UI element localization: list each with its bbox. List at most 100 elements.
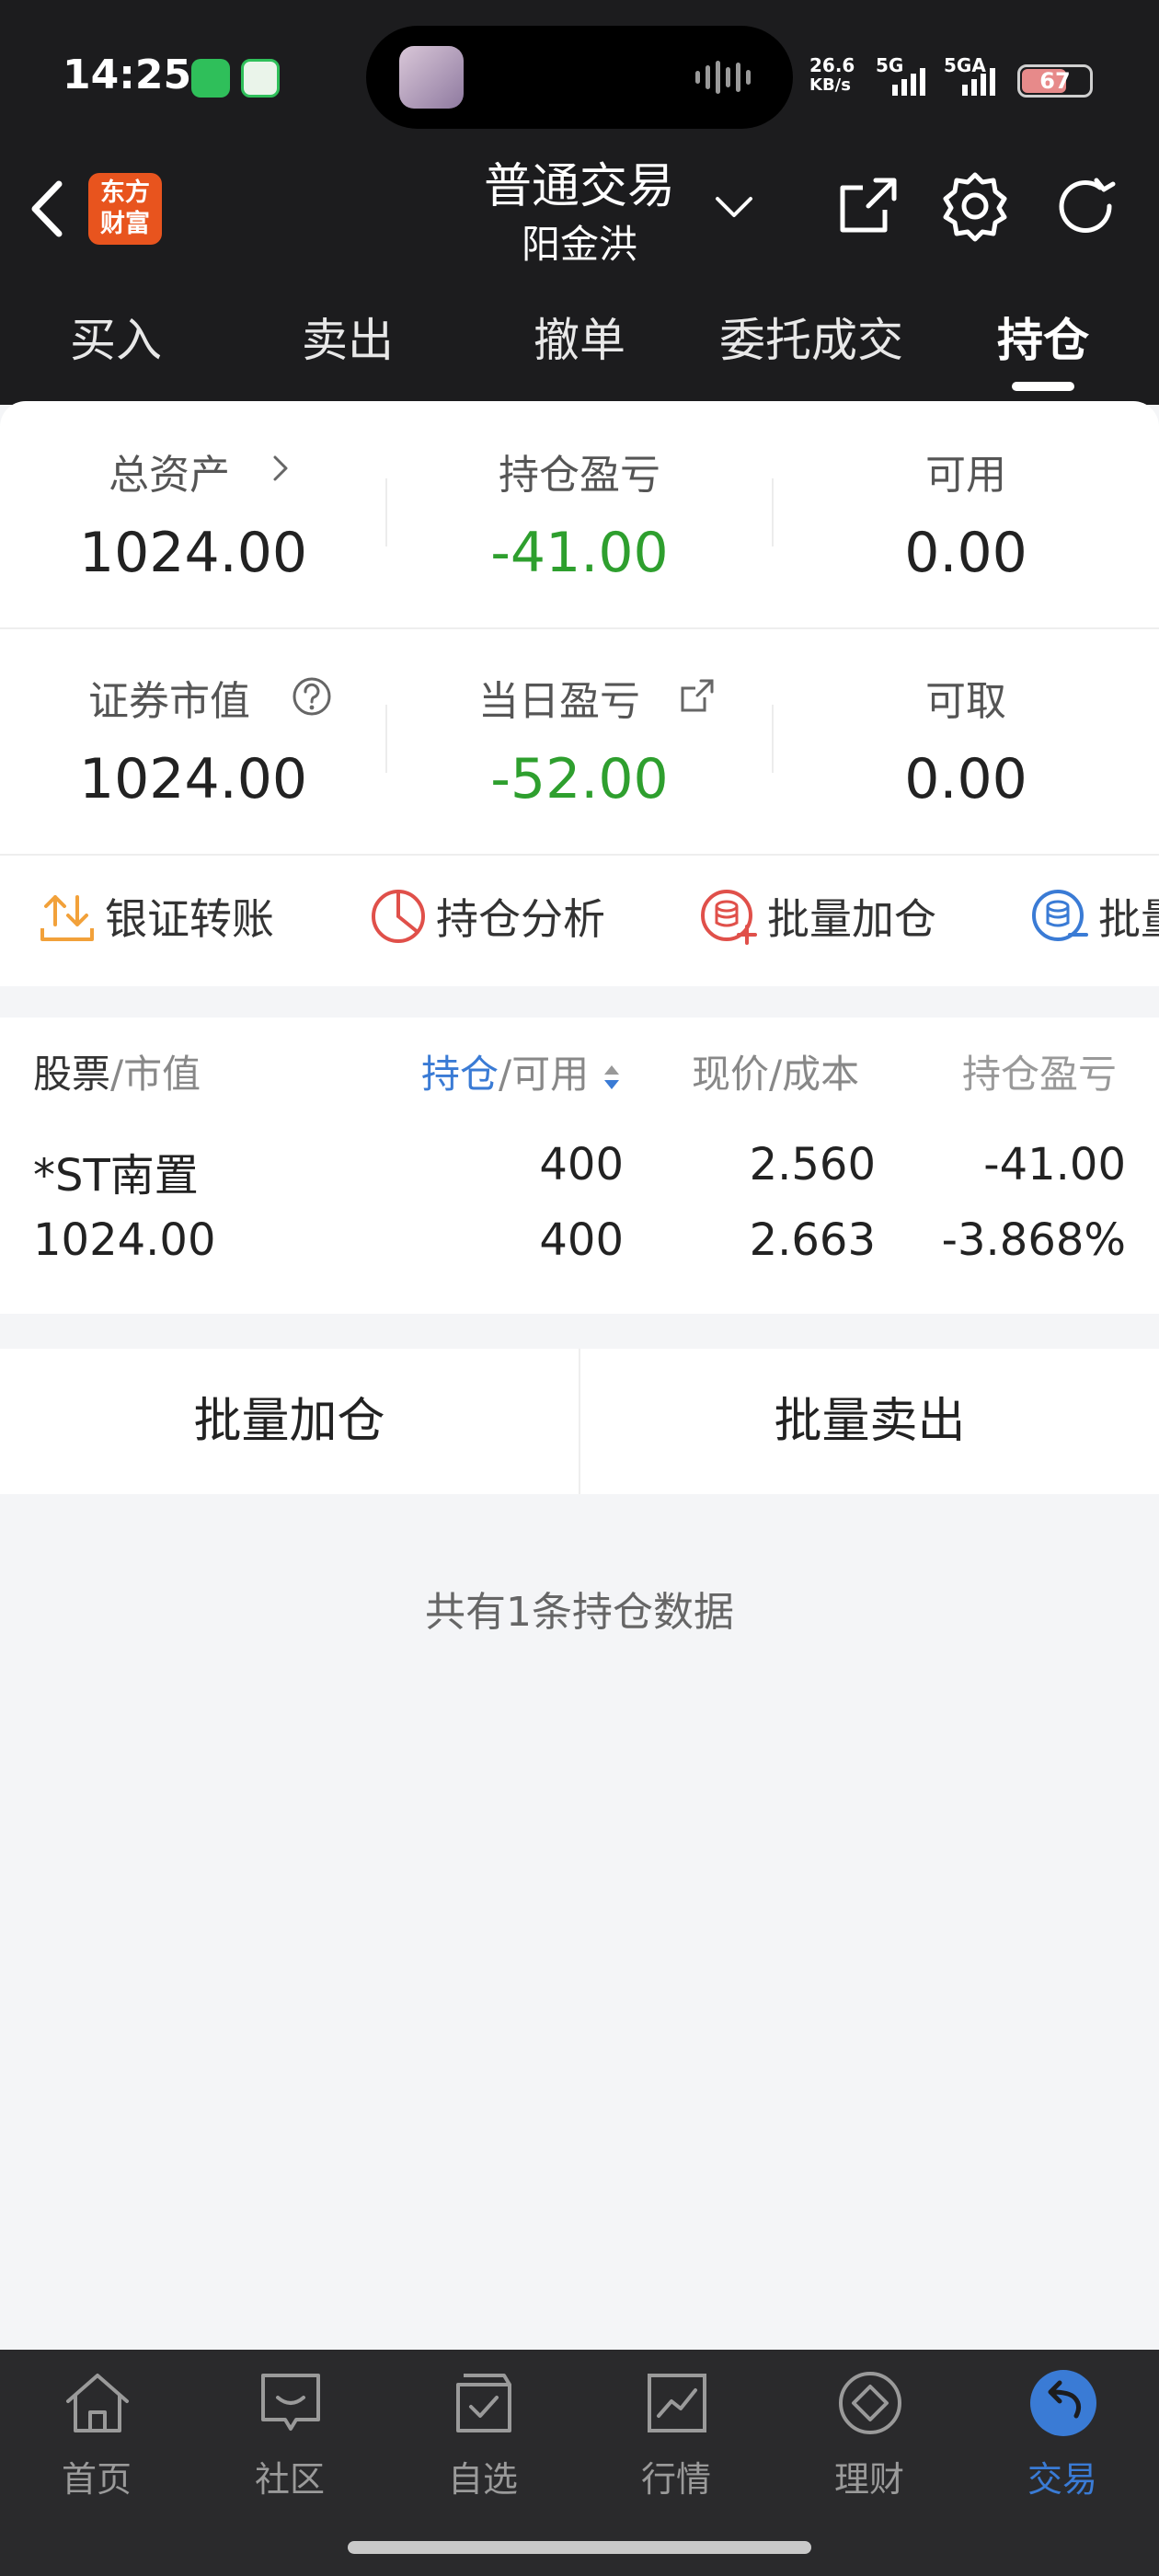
- nav-home-label: 首页: [61, 2459, 132, 2500]
- refresh-icon[interactable]: [1049, 169, 1122, 243]
- batch-add-icon: [701, 890, 757, 945]
- account-name[interactable]: 阳金洪: [396, 213, 763, 270]
- position-analysis-button[interactable]: 持仓分析: [368, 880, 605, 953]
- divider: [385, 705, 387, 773]
- stock-market-value: 1024.00: [33, 1214, 216, 1266]
- divider: [0, 627, 1159, 629]
- total-assets-link[interactable]: 总资产: [0, 442, 386, 524]
- battery-percent: 67: [1039, 68, 1071, 94]
- status-time: 14:25: [63, 52, 192, 98]
- tab-sell[interactable]: 卖出: [232, 304, 464, 370]
- page-title[interactable]: 普通交易: [396, 147, 763, 216]
- nav-community[interactable]: 社区: [193, 2350, 386, 2534]
- pie-chart-icon: [372, 890, 425, 943]
- batch-sell-label: 批量: [1098, 894, 1159, 944]
- community-icon: [261, 2374, 320, 2431]
- table-row[interactable]: *ST南置 1024.00 400 400 2.560 2.663 -41.00…: [0, 1126, 1159, 1301]
- col-header-price-cost: 现价/成本: [692, 1052, 860, 1097]
- sort-icon: [603, 1064, 619, 1089]
- market-chart-icon: [648, 2374, 706, 2432]
- col-header-position[interactable]: 持仓/可用: [421, 1043, 622, 1099]
- trade-tabs: 买入 卖出 撤单 委托成交 持仓: [0, 304, 1159, 396]
- status-bar: 14:25 26.6 KB/s 5G 5GA 67: [0, 0, 1159, 156]
- signal-strength-icon-2: [962, 68, 995, 96]
- col-header-stock: 股票/市值: [33, 1043, 201, 1099]
- withdrawable-label: 可取: [925, 678, 1006, 725]
- stock-price: 2.560: [749, 1139, 876, 1190]
- logo-line-2: 财富: [100, 210, 150, 238]
- home-icon: [66, 2374, 129, 2432]
- nav-trade[interactable]: 交易: [966, 2350, 1159, 2534]
- settings-gear-icon[interactable]: [938, 169, 1012, 243]
- logo-line-1: 东方: [100, 178, 150, 207]
- bank-transfer-button[interactable]: 银证转账: [37, 880, 274, 953]
- daily-pl-value: -52.00: [490, 747, 669, 811]
- batch-buttons-bar: 批量加仓 批量卖出: [0, 1349, 1159, 1494]
- stock-available: 400: [539, 1214, 624, 1266]
- stock-pl: -41.00: [983, 1139, 1126, 1190]
- home-indicator[interactable]: [348, 2541, 811, 2554]
- tab-positions[interactable]: 持仓: [927, 304, 1159, 370]
- col-header-pl: 持仓盈亏: [962, 1052, 1118, 1097]
- active-tab-indicator: [1012, 382, 1074, 391]
- available-value: 0.00: [904, 521, 1027, 585]
- batch-add-button[interactable]: 批量加仓: [0, 1349, 579, 1494]
- nav-watchlist[interactable]: 自选: [386, 2350, 580, 2534]
- chevron-right-icon: [273, 455, 288, 481]
- bank-transfer-label: 银证转账: [105, 894, 274, 944]
- available-label: 可用: [925, 452, 1006, 499]
- col-header-position-label: 持仓: [421, 1052, 499, 1097]
- total-assets-label: 总资产: [109, 452, 230, 499]
- dynamic-island[interactable]: [366, 26, 793, 129]
- nav-home[interactable]: 首页: [0, 2350, 193, 2534]
- nav-community-label: 社区: [254, 2459, 325, 2500]
- position-analysis-label: 持仓分析: [436, 894, 605, 944]
- nav-wealth-label: 理财: [833, 2459, 904, 2500]
- net-speed-value: 26.6: [809, 54, 855, 76]
- watchlist-icon: [456, 2374, 511, 2432]
- divider: [385, 478, 387, 546]
- back-arrow-icon[interactable]: [24, 177, 70, 241]
- chevron-down-icon[interactable]: [714, 193, 754, 221]
- withdrawable-value: 0.00: [904, 747, 1027, 811]
- batch-sell-action[interactable]: 批量: [1030, 880, 1159, 953]
- audio-wave-icon: [695, 61, 760, 94]
- divider: [0, 854, 1159, 856]
- batch-add-label: 批量加仓: [767, 894, 936, 944]
- tab-orders-trades[interactable]: 委托成交: [695, 304, 927, 370]
- nav-market-label: 行情: [640, 2459, 711, 2500]
- total-assets-value: 1024.00: [78, 521, 308, 585]
- wealth-diamond-icon: [839, 2372, 901, 2434]
- trade-return-icon: [1030, 2370, 1096, 2436]
- batch-add-action[interactable]: 批量加仓: [699, 880, 936, 953]
- tab-buy[interactable]: 买入: [0, 304, 232, 370]
- stock-pl-percent: -3.868%: [941, 1214, 1126, 1266]
- share-export-icon[interactable]: [832, 169, 905, 243]
- help-question-icon[interactable]: [291, 675, 333, 718]
- nav-market[interactable]: 行情: [580, 2350, 773, 2534]
- eastmoney-logo: 东方 财富: [88, 173, 162, 245]
- divider: [772, 705, 774, 773]
- nav-wealth[interactable]: 理财: [773, 2350, 966, 2534]
- position-pl-label: 持仓盈亏: [499, 452, 660, 499]
- col-header-market-value: /市值: [110, 1052, 201, 1097]
- nav-watchlist-label: 自选: [447, 2459, 518, 2500]
- external-link-icon[interactable]: [677, 675, 717, 716]
- stock-name: *ST南置: [33, 1150, 199, 1202]
- nav-trade-label: 交易: [1027, 2459, 1097, 2500]
- position-pl-value: -41.00: [490, 521, 669, 585]
- batch-sell-button[interactable]: 批量卖出: [580, 1349, 1159, 1494]
- tab-cancel-order[interactable]: 撤单: [464, 304, 695, 370]
- divider: [772, 478, 774, 546]
- phone-app-icon: [191, 59, 230, 98]
- col-header-stock-label: 股票: [33, 1052, 111, 1097]
- signal-strength-icon: [892, 68, 925, 96]
- net-speed-unit: KB/s: [809, 75, 851, 95]
- market-value-value: 1024.00: [78, 747, 308, 811]
- holdings-table: 股票/市值 持仓/可用 现价/成本 持仓盈亏 *ST南置 1024.00 400…: [0, 1018, 1159, 1314]
- batch-sell-icon: [1032, 890, 1088, 941]
- col-header-available: /可用: [499, 1052, 590, 1097]
- stock-cost: 2.663: [749, 1214, 876, 1266]
- battery-icon: 67: [1017, 64, 1093, 98]
- bank-app-icon: [241, 59, 280, 98]
